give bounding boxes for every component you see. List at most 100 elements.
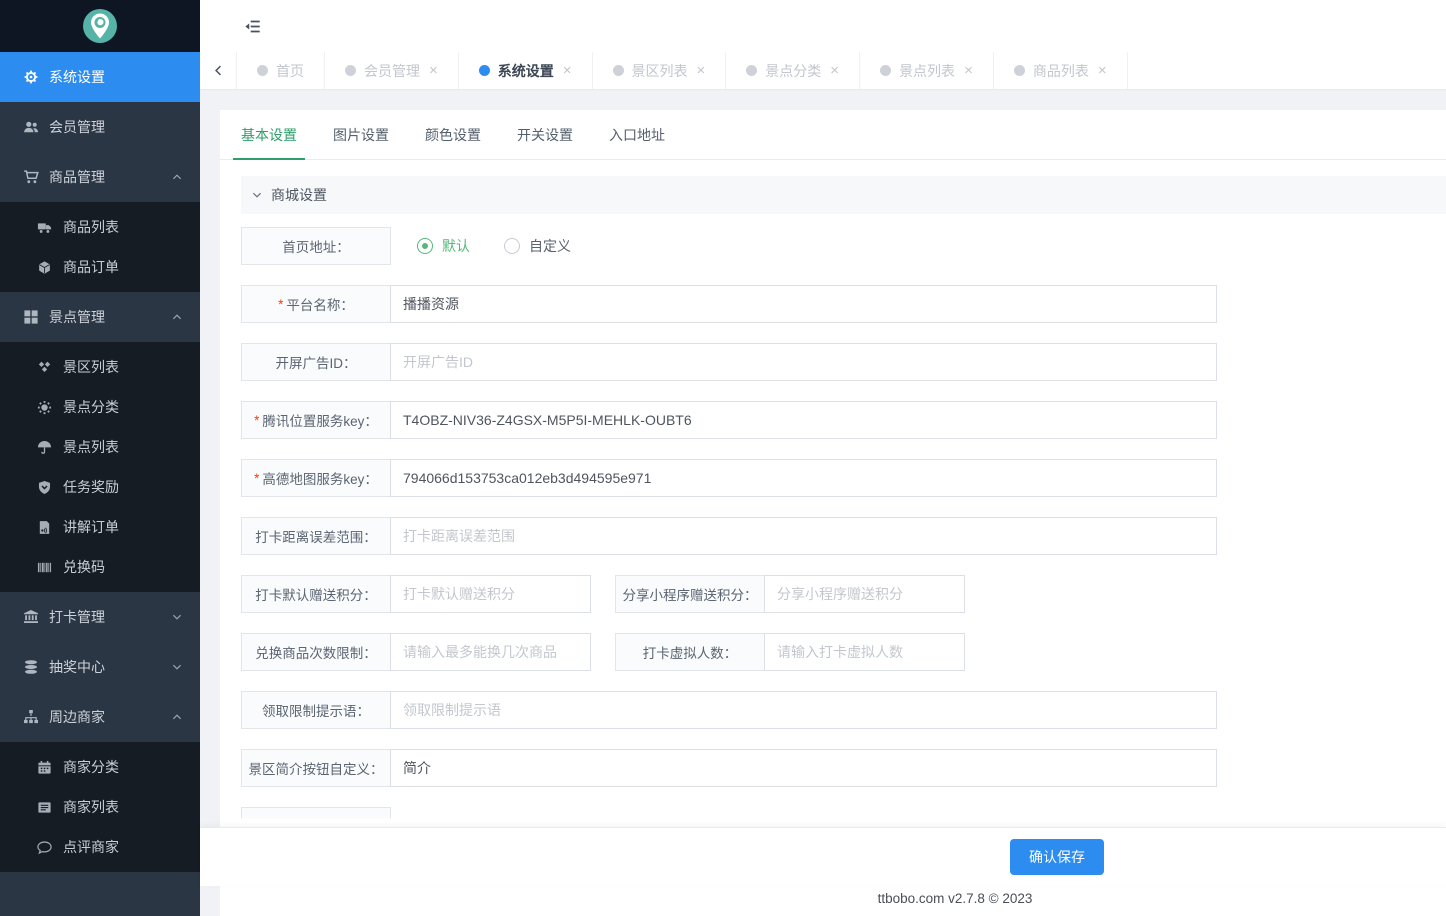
tab-scenic-area-list[interactable]: 景区列表 × [593, 52, 727, 89]
homepage-address-radio-group: 默认 自定义 [417, 236, 571, 256]
settings-tabs: 基本设置 图片设置 颜色设置 开关设置 入口地址 [220, 110, 1446, 160]
sidebar-item-redeem-codes[interactable]: 兑换码 [0, 547, 200, 587]
field-label: * 高德地图服务key： [241, 459, 391, 497]
field-label: 领取限制提示语： [241, 691, 391, 729]
field-label: 兑换商品次数限制： [241, 633, 391, 671]
tabs-scroll-left-button[interactable] [200, 52, 237, 89]
field-label-text: 平台名称： [286, 294, 354, 314]
sidebar-fold-icon[interactable] [243, 18, 262, 35]
close-icon[interactable]: × [429, 62, 438, 79]
sidebar-item-merchant-category[interactable]: 商家分类 [0, 747, 200, 787]
sidebar-item-system-settings[interactable]: 系统设置 [0, 52, 200, 102]
sidebar-item-goods-orders[interactable]: 商品订单 [0, 247, 200, 287]
sidebar-item-label: 景区列表 [63, 357, 119, 377]
radio-default[interactable]: 默认 [417, 236, 470, 256]
field-label-text: 首页地址： [282, 236, 350, 256]
tab-dot-icon [613, 65, 624, 76]
radio-selected-icon [417, 238, 433, 254]
radio-custom[interactable]: 自定义 [504, 236, 571, 256]
field-label: * 腾讯位置服务key： [241, 401, 391, 439]
tab-label: 系统设置 [498, 61, 554, 81]
form-row-cutoff [241, 807, 391, 818]
form-row-amap-key: * 高德地图服务key： [241, 459, 1446, 497]
sidebar-item-merchant-reviews[interactable]: 点评商家 [0, 827, 200, 867]
tencent-location-key-input[interactable] [390, 401, 1217, 439]
tab-image-settings[interactable]: 图片设置 [333, 110, 389, 159]
tab-dot-icon [257, 65, 268, 76]
sidebar-group-lottery-center[interactable]: 抽奖中心 [0, 642, 200, 692]
sidebar-group-scenic-spot-management[interactable]: 景点管理 [0, 292, 200, 342]
tab-system-settings[interactable]: 系统设置 × [459, 52, 593, 89]
radio-unselected-icon [504, 238, 520, 254]
chevron-down-icon [171, 611, 183, 623]
sidebar-item-label: 商品订单 [63, 257, 119, 277]
app-logo-icon [80, 6, 120, 46]
tab-switch-settings[interactable]: 开关设置 [517, 110, 573, 159]
form-row-tencent-location-key: * 腾讯位置服务key： [241, 401, 1446, 439]
sidebar-item-scenic-area-list[interactable]: 景区列表 [0, 347, 200, 387]
redeem-limit-input[interactable] [390, 633, 591, 671]
settings-form: 首页地址： 默认 自定义 [241, 227, 1446, 818]
shield-icon [37, 480, 52, 495]
claim-limit-tip-input[interactable] [390, 691, 1217, 729]
tab-entry-address[interactable]: 入口地址 [609, 110, 665, 159]
tab-label: 景区列表 [632, 61, 688, 81]
close-icon[interactable]: × [830, 62, 839, 79]
umbrella-icon [37, 440, 52, 455]
logo-bar [0, 0, 200, 52]
sidebar-item-label: 兑换码 [63, 557, 105, 577]
cubes-icon [37, 360, 52, 375]
tab-spot-category[interactable]: 景点分类 × [726, 52, 860, 89]
sidebar-item-spot-category[interactable]: 景点分类 [0, 387, 200, 427]
checkin-default-points-input[interactable] [390, 575, 591, 613]
sitemap-icon [23, 709, 39, 725]
amap-key-input[interactable] [390, 459, 1217, 497]
tab-member-management[interactable]: 会员管理 × [325, 52, 459, 89]
confirm-save-button[interactable]: 确认保存 [1010, 839, 1104, 875]
settings-tab-label: 开关设置 [517, 125, 573, 145]
chevron-down-icon [251, 189, 263, 201]
sidebar-item-label: 系统设置 [49, 67, 105, 87]
field-label-text: 打卡默认赠送积分： [255, 584, 377, 604]
share-miniprogram-points-input[interactable] [764, 575, 965, 613]
open-tabs-bar: 首页 会员管理 × 系统设置 × 景区列表 × 景点分类 × 景点列表 × [200, 52, 1446, 90]
close-icon[interactable]: × [1098, 62, 1107, 79]
checkin-virtual-users-input[interactable] [764, 633, 965, 671]
tab-color-settings[interactable]: 颜色设置 [425, 110, 481, 159]
sidebar-item-spot-list[interactable]: 景点列表 [0, 427, 200, 467]
sidebar-item-task-rewards[interactable]: 任务奖励 [0, 467, 200, 507]
sidebar-item-label: 讲解订单 [63, 517, 119, 537]
platform-name-input[interactable] [390, 285, 1217, 323]
sidebar-group-goods-management[interactable]: 商品管理 [0, 152, 200, 202]
sidebar-item-goods-list[interactable]: 商品列表 [0, 207, 200, 247]
section-header-mall-settings[interactable]: 商城设置 [241, 176, 1446, 214]
list-icon [37, 800, 52, 815]
splash-ad-id-input[interactable] [390, 343, 1217, 381]
box-icon [37, 260, 52, 275]
scenic-intro-button-input[interactable] [390, 749, 1217, 787]
tab-goods-list[interactable]: 商品列表 × [994, 52, 1128, 89]
field-label: 首页地址： [241, 227, 391, 265]
sidebar-item-merchant-list[interactable]: 商家列表 [0, 787, 200, 827]
tab-spot-list[interactable]: 景点列表 × [860, 52, 994, 89]
comment-icon [37, 840, 52, 855]
field-label-text: 打卡距离误差范围： [255, 526, 377, 546]
close-icon[interactable]: × [697, 62, 706, 79]
sidebar-item-label: 商家列表 [63, 797, 119, 817]
required-mark: * [254, 413, 259, 428]
form-row-homepage-address: 首页地址： 默认 自定义 [241, 227, 1446, 265]
sidebar-group-nearby-merchants[interactable]: 周边商家 [0, 692, 200, 742]
tab-home[interactable]: 首页 [237, 52, 325, 89]
close-icon[interactable]: × [964, 62, 973, 79]
sidebar-group-checkin-management[interactable]: 打卡管理 [0, 592, 200, 642]
close-icon[interactable]: × [563, 62, 572, 79]
sidebar-item-label: 抽奖中心 [49, 657, 105, 677]
tab-basic-settings[interactable]: 基本设置 [241, 110, 297, 159]
gears-icon [23, 69, 39, 85]
sidebar-item-guide-orders[interactable]: 讲解订单 [0, 507, 200, 547]
sidebar-item-member-management[interactable]: 会员管理 [0, 102, 200, 152]
checkin-distance-tolerance-input[interactable] [390, 517, 1217, 555]
field-label-text: 腾讯位置服务key： [262, 410, 378, 430]
sidebar-item-label: 商品管理 [49, 167, 105, 187]
main-area: 首页 会员管理 × 系统设置 × 景区列表 × 景点分类 × 景点列表 × [200, 0, 1446, 916]
